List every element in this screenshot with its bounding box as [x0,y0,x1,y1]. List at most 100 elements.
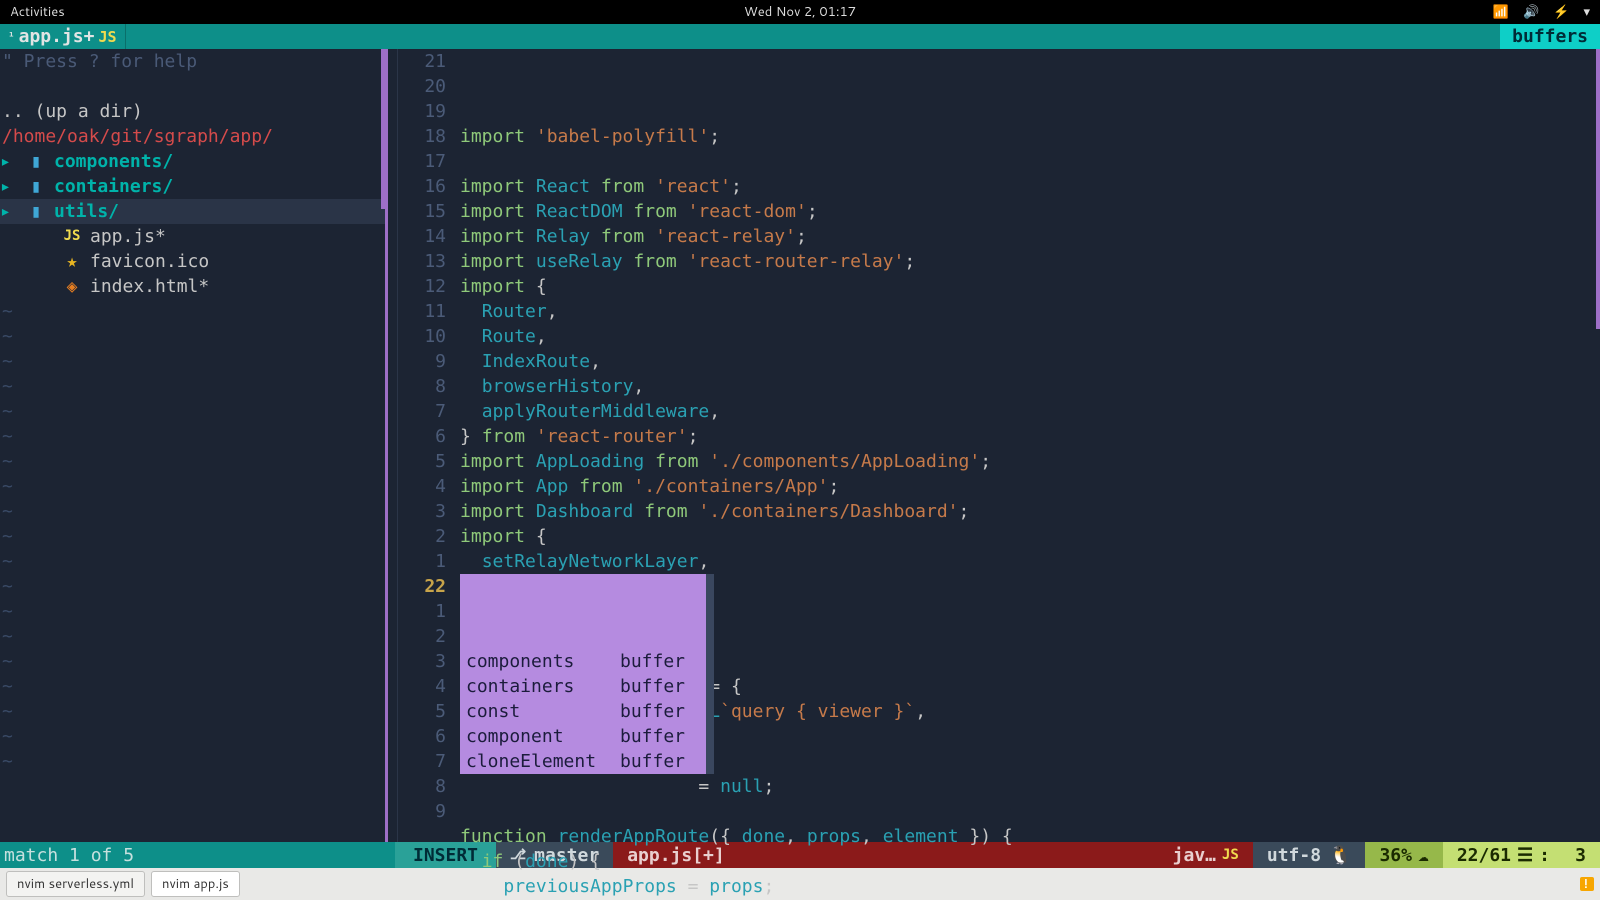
tab-index: ¹ [8,30,15,43]
completion-item[interactable]: cloneElementbuffer [460,749,706,774]
line-number: 16 [398,174,446,199]
code-line[interactable] [454,799,1600,824]
line-number: 1 [398,599,446,624]
line-number: 1 [398,549,446,574]
empty-line-marker: ~ [0,624,385,649]
task-button[interactable]: nvim app.js [151,871,240,897]
activities-button[interactable]: Activities [10,3,65,21]
tree-file[interactable]: JSapp.js* [0,224,385,249]
code-line[interactable]: import React from 'react'; [454,174,1600,199]
expand-icon[interactable]: ▸ [0,149,18,174]
line-number: 9 [398,799,446,824]
code-line[interactable]: import { [454,524,1600,549]
fold-column [388,49,398,842]
tree-dir[interactable]: ▸▮components/ [0,149,385,174]
expand-icon[interactable]: ▸ [0,199,18,224]
file-name: app.js* [90,224,166,249]
empty-line-marker: ~ [0,499,385,524]
code-line[interactable]: import Relay from 'react-relay'; [454,224,1600,249]
code-line[interactable]: import useRelay from 'react-router-relay… [454,249,1600,274]
star-icon: ★ [54,249,90,274]
line-number: 8 [398,374,446,399]
code-line[interactable]: applyRouterMiddleware, [454,399,1600,424]
folder-icon: ▮ [18,149,54,174]
tree-help: " Press ? for help [0,49,385,74]
code-line[interactable]: import { [454,274,1600,299]
javascript-icon: JS [98,28,116,46]
code-line[interactable]: previousAppProps = props; [454,874,1600,899]
clock[interactable]: Wed Nov 2, 01:17 [744,3,856,21]
tab-filename: app.js+ [19,26,95,47]
file-name: index.html* [90,274,209,299]
task-button[interactable]: nvim serverless.yml [6,871,145,897]
code-line[interactable]: import AppLoading from './components/App… [454,449,1600,474]
line-number: 4 [398,674,446,699]
line-number: 6 [398,724,446,749]
buffer-tab[interactable]: ¹ app.js+ JS [0,24,126,49]
dir-name: containers/ [54,174,173,199]
code-line[interactable]: Route, [454,324,1600,349]
completion-word: cloneElement [460,749,620,774]
volume-icon[interactable]: 🔊 [1523,3,1539,21]
empty-line-marker: ~ [0,549,385,574]
buffers-label[interactable]: buffers [1500,24,1600,49]
expand-icon[interactable]: ▸ [0,174,18,199]
empty-line-marker: ~ [0,649,385,674]
completion-kind: buffer [620,749,706,774]
line-number: 15 [398,199,446,224]
tree-cwd: /home/oak/git/sgraph/app/ [0,124,385,149]
tree-dir[interactable]: ▸▮utils/ [0,199,385,224]
tabline: ¹ app.js+ JS buffers [0,24,1600,49]
code-line[interactable]: if (done) { [454,849,1600,874]
code-line[interactable]: browserHistory, [454,374,1600,399]
completion-kind: buffer [620,724,706,749]
tree-dir[interactable]: ▸▮containers/ [0,174,385,199]
line-number: 10 [398,324,446,349]
empty-line-marker: ~ [0,424,385,449]
popup-scrollbar[interactable] [706,574,714,774]
completion-item[interactable]: containersbuffer [460,674,706,699]
gnome-top-bar: Activities Wed Nov 2, 01:17 📶 🔊 ⚡ ▾ [0,0,1600,24]
code-area[interactable]: import 'babel-polyfill'; import React fro… [454,49,1600,842]
line-number: 8 [398,774,446,799]
code-line[interactable]: import Dashboard from './containers/Dash… [454,499,1600,524]
completion-popup[interactable]: componentsbuffercontainersbufferconstbuf… [460,574,706,774]
notification-icon[interactable] [1580,877,1594,891]
empty-line-marker: ~ [0,399,385,424]
completion-kind: buffer [620,649,706,674]
empty-line-marker: ~ [0,299,385,324]
code-line[interactable]: Router, [454,299,1600,324]
code-line[interactable] [454,149,1600,174]
line-number: 7 [398,749,446,774]
code-line[interactable]: import 'babel-polyfill'; [454,124,1600,149]
tree-updir[interactable]: .. (up a dir) [0,99,385,124]
code-line[interactable]: function renderAppRoute({ done, props, e… [454,824,1600,849]
empty-line-marker: ~ [0,749,385,774]
wifi-icon[interactable]: 📶 [1493,3,1509,21]
code-line[interactable]: } from 'react-router'; [454,424,1600,449]
line-number: 4 [398,474,446,499]
file-tree[interactable]: " Press ? for help .. (up a dir) /home/o… [0,49,385,842]
line-number: 21 [398,49,446,74]
completion-item[interactable]: componentbuffer [460,724,706,749]
completion-word: component [460,724,620,749]
tree-file[interactable]: ◈index.html* [0,274,385,299]
code-line[interactable]: import App from './containers/App'; [454,474,1600,499]
code-line[interactable]: setRelayNetworkLayer, [454,549,1600,574]
completion-kind: buffer [620,699,706,724]
empty-line-marker: ~ [0,374,385,399]
completion-item[interactable]: constbuffer [460,699,706,724]
code-line[interactable]: import ReactDOM from 'react-dom'; [454,199,1600,224]
tree-file[interactable]: ★favicon.ico [0,249,385,274]
code-line[interactable]: IndexRoute, [454,349,1600,374]
empty-line-marker: ~ [0,324,385,349]
editor[interactable]: 2120191817161514131211109876543212212345… [385,49,1600,842]
system-menu-caret-icon[interactable]: ▾ [1583,3,1590,21]
battery-icon[interactable]: ⚡ [1553,3,1569,21]
code-line[interactable]: = null; [454,774,1600,799]
line-number: 9 [398,349,446,374]
empty-line-marker: ~ [0,449,385,474]
editor-scrollbar[interactable] [1596,49,1600,329]
completion-item[interactable]: componentsbuffer [460,649,706,674]
line-number: 12 [398,274,446,299]
